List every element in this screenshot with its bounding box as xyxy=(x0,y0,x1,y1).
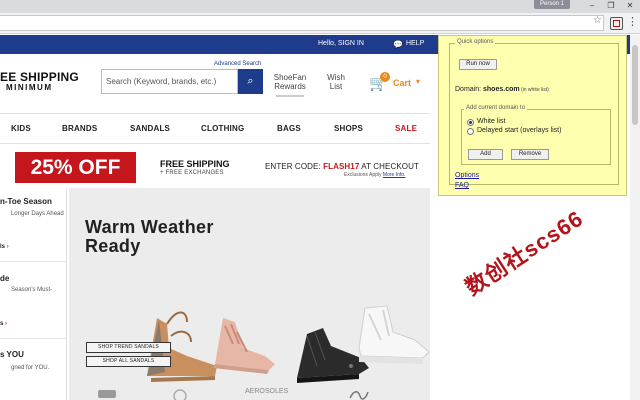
faq-link[interactable]: FAQ xyxy=(455,182,469,189)
search-icon: ⌕ xyxy=(247,75,254,87)
chevron-right-icon: › xyxy=(5,321,8,327)
brand-logo[interactable] xyxy=(348,388,370,400)
free-shipping-banner: EE SHIPPING xyxy=(0,70,79,84)
domain-status: Domain: shoes.com (in white list) xyxy=(455,86,549,93)
watermark-text: 数创社scs66 xyxy=(460,205,588,301)
aerosoles-logo[interactable]: AEROSOLES xyxy=(245,388,288,395)
advanced-search-link[interactable]: Advanced Search xyxy=(214,61,261,67)
left-promo-link-2[interactable]: s › xyxy=(0,321,7,327)
white-sandal xyxy=(358,305,430,364)
left-promo-link-2-label: s xyxy=(0,321,4,327)
chevron-down-icon[interactable]: ▾ xyxy=(416,77,420,86)
shoefan-underline xyxy=(276,95,304,97)
wish-label-1: Wish xyxy=(327,73,345,82)
promo-exclusions-text: Exclusions Apply xyxy=(344,172,383,178)
promo-free-exchanges: + FREE EXCHANGES xyxy=(160,170,224,176)
options-link[interactable]: Options xyxy=(455,172,479,179)
delayed-start-label[interactable]: Delayed start (overlays list) xyxy=(477,127,561,134)
brand-logo[interactable] xyxy=(170,388,190,400)
hero-banner[interactable]: Warm Weather Ready SHOP TREND SANDALS SH… xyxy=(69,188,430,400)
black-lace-up-sandal xyxy=(297,328,369,383)
shoefan-label-2: Rewards xyxy=(274,82,306,91)
domain-value: shoes.com xyxy=(483,86,520,93)
cart-count-badge: 0 xyxy=(380,72,390,82)
brand-logo-mark xyxy=(98,390,116,398)
shoefan-label-1: ShoeFan xyxy=(273,73,307,82)
left-promo-title-2[interactable]: de xyxy=(0,274,9,283)
left-promo-sub-3: gned for YOU. xyxy=(11,365,50,371)
more-info-link[interactable]: More Info. xyxy=(383,172,406,178)
browser-toolbar: ☆ ⋮ xyxy=(0,13,640,34)
wish-label-2: List xyxy=(329,82,343,91)
search-button[interactable]: ⌕ xyxy=(238,69,263,94)
left-promo-divider xyxy=(0,261,66,262)
left-promo-column: n-Toe Season Longer Days Ahead ls › de S… xyxy=(0,188,67,400)
nav-sale[interactable]: SALE xyxy=(395,124,417,133)
left-promo-sub-2: Season's Must- xyxy=(11,287,53,293)
nav-shops[interactable]: SHOPS xyxy=(334,124,363,133)
nav-clothing[interactable]: CLOTHING xyxy=(201,124,244,133)
profile-badge[interactable]: Person 1 xyxy=(534,0,570,9)
brand-logo-mark xyxy=(173,389,187,400)
close-icon[interactable]: ✕ xyxy=(620,0,640,11)
help-link[interactable]: HELP xyxy=(406,40,424,47)
domain-note: (in white list) xyxy=(519,87,549,93)
page-scrollbar-thumb[interactable] xyxy=(632,45,638,125)
white-list-label[interactable]: White list xyxy=(477,118,505,125)
free-shipping-minimum: MINIMUM xyxy=(6,83,53,92)
promo-code-line: ENTER CODE: FLASH17 AT CHECKOUT xyxy=(265,162,419,171)
maximize-icon[interactable]: ❐ xyxy=(601,0,621,11)
left-promo-link-1[interactable]: ls › xyxy=(0,244,9,250)
left-promo-link-1-label: ls xyxy=(0,244,6,250)
quick-options-legend: Quick options xyxy=(455,39,496,45)
wish-list-link[interactable]: Wish List xyxy=(322,73,350,91)
add-button[interactable]: Add xyxy=(468,149,503,160)
browser-menu-icon[interactable]: ⋮ xyxy=(627,16,638,29)
left-promo-title-3[interactable]: s YOU xyxy=(0,350,24,359)
shoefan-rewards-link[interactable]: ShoeFan Rewards xyxy=(272,73,308,91)
hero-title-line-1: Warm Weather xyxy=(85,217,214,237)
promo-free-shipping: FREE SHIPPING xyxy=(160,159,230,169)
sign-in-link[interactable]: Hello, SIGN IN xyxy=(318,40,364,47)
extension-icon[interactable] xyxy=(610,17,623,30)
discount-banner[interactable]: 25% OFF xyxy=(15,152,136,183)
bookmark-star-icon[interactable]: ☆ xyxy=(593,15,602,26)
promo-code-prefix: ENTER CODE: xyxy=(265,162,324,171)
extension-icon-inner xyxy=(613,20,620,27)
extension-popup: Quick options Run now Domain: shoes.com … xyxy=(438,35,627,196)
nav-bags[interactable]: BAGS xyxy=(277,124,301,133)
left-promo-sub-1: Longer Days Ahead xyxy=(11,211,64,217)
brand-logo[interactable] xyxy=(96,388,118,400)
nav-divider-bottom xyxy=(0,143,430,144)
domain-prefix: Domain: xyxy=(455,86,484,93)
white-list-radio[interactable] xyxy=(467,119,474,126)
sandals-photo xyxy=(147,305,430,383)
promo-code: FLASH17 xyxy=(323,162,360,171)
chevron-right-icon: › xyxy=(6,244,9,250)
screen: Person 1 – ❐ ✕ ☆ ⋮ Hello, SIGN IN 💬 HELP… xyxy=(0,0,640,400)
address-bar[interactable] xyxy=(0,15,604,31)
add-domain-legend: Add current domain to xyxy=(464,105,528,111)
nav-divider-top xyxy=(0,113,430,114)
delayed-start-radio[interactable] xyxy=(467,128,474,135)
shop-trend-sandals-button[interactable]: SHOP TREND SANDALS xyxy=(86,342,171,353)
nav-sandals[interactable]: SANDALS xyxy=(130,124,170,133)
promo-exclusions: Exclusions Apply More Info. xyxy=(344,172,405,178)
chat-icon: 💬 xyxy=(393,40,403,49)
nav-kids[interactable]: KIDS xyxy=(11,124,31,133)
run-now-button[interactable]: Run now xyxy=(459,59,497,70)
left-promo-title-1[interactable]: n-Toe Season xyxy=(0,197,52,206)
promo-code-suffix: AT CHECKOUT xyxy=(359,162,419,171)
cart-link[interactable]: Cart xyxy=(393,78,411,88)
pink-cutout-sandal xyxy=(213,318,275,374)
brand-logo-mark xyxy=(349,391,369,400)
nav-brands[interactable]: BRANDS xyxy=(62,124,97,133)
shop-all-sandals-button[interactable]: SHOP ALL SANDALS xyxy=(86,356,171,367)
search-input[interactable]: Search (Keyword, brands, etc.) xyxy=(101,69,238,94)
remove-button[interactable]: Remove xyxy=(511,149,549,160)
minimize-icon[interactable]: – xyxy=(582,0,602,11)
left-promo-divider xyxy=(0,338,66,339)
